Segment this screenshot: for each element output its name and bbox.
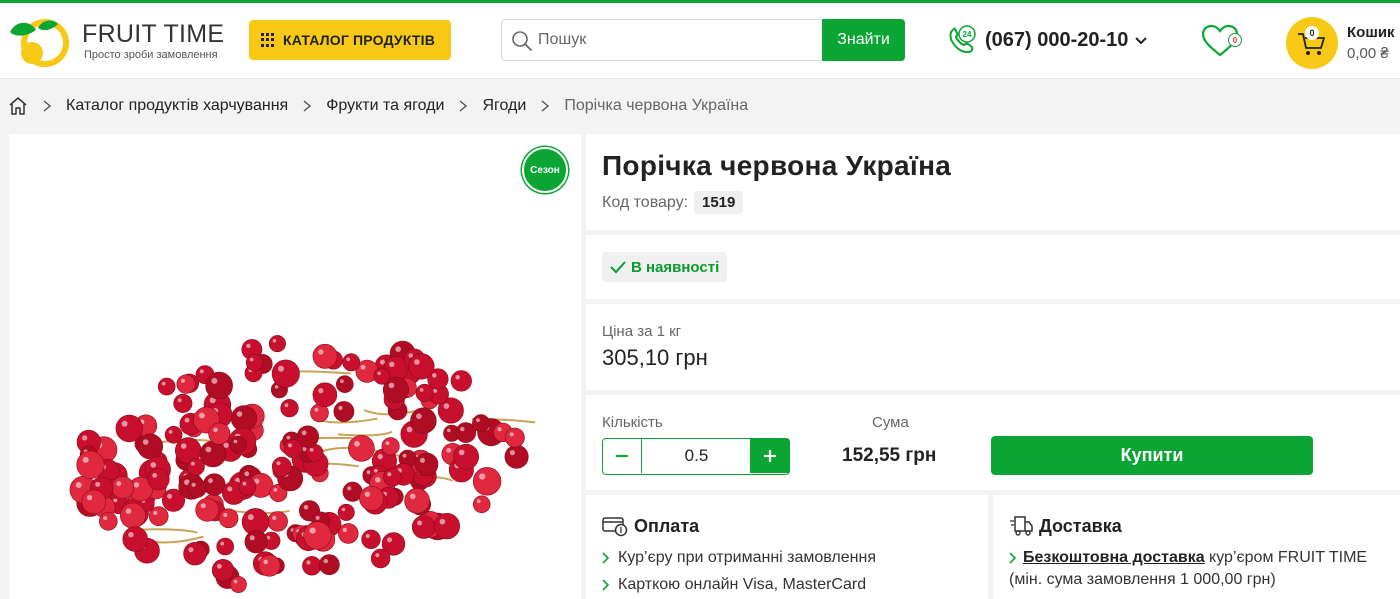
- delivery-icon: [1010, 516, 1033, 536]
- quantity-decrease-button[interactable]: [603, 439, 642, 473]
- cart-total: 0,00 ₴: [1347, 45, 1389, 62]
- buy-panel: Кількість Сума 0.5 152,55 грн Купити: [586, 395, 1400, 490]
- catalog-button[interactable]: КАТАЛОГ ПРОДУКТІВ: [249, 20, 451, 60]
- stock-status-label: В наявності: [631, 258, 720, 276]
- free-delivery-link[interactable]: Безкоштовна доставка: [1023, 549, 1205, 566]
- quantity-stepper: 0.5: [602, 438, 790, 475]
- product-image-panel: Сезон: [9, 134, 581, 599]
- payment-option-card-label: Карткою онлайн Visa, MasterCard: [618, 576, 867, 593]
- breadcrumb-link-catalog[interactable]: Каталог продуктів харчування: [66, 97, 288, 115]
- payment-card-icon: [602, 517, 628, 537]
- logo-tagline: Просто зроби замовлення: [84, 49, 218, 61]
- search-button[interactable]: Знайти: [822, 19, 905, 61]
- payment-option-card[interactable]: Карткою онлайн Visa, MasterCard: [602, 576, 866, 594]
- search-input[interactable]: [538, 20, 820, 60]
- sum-label: Сума: [872, 414, 909, 431]
- delivery-title: Доставка: [1039, 515, 1122, 536]
- price-panel: Ціна за 1 кг 305,10 грн: [586, 304, 1400, 390]
- chevron-right-icon: [43, 100, 52, 112]
- chevron-down-icon: [1135, 37, 1148, 45]
- search-icon: [512, 31, 532, 51]
- stock-panel: В наявності: [586, 235, 1400, 299]
- check-icon: [610, 261, 626, 274]
- catalog-button-label: КАТАЛОГ ПРОДУКТІВ: [283, 32, 436, 48]
- logo-fruit-icon: [10, 19, 69, 67]
- sku-label: Код товару:: [602, 194, 689, 211]
- price-label: Ціна за 1 кг: [602, 323, 682, 340]
- logo[interactable]: FRUIT TIME Просто зроби замовлення: [8, 16, 228, 68]
- payment-heading: Оплата: [602, 515, 699, 537]
- quantity-label: Кількість: [602, 414, 663, 431]
- quantity-increase-button[interactable]: [750, 439, 789, 473]
- phone-dropdown[interactable]: 24 (067) 000-20-10: [945, 23, 1148, 57]
- site-header: FRUIT TIME Просто зроби замовлення КАТАЛ…: [0, 3, 1400, 79]
- cart-label: Кошик: [1347, 24, 1395, 41]
- product-title-panel: Порічка червона Україна Код товару: 1519: [586, 134, 1400, 230]
- cart-button[interactable]: 0 Кошик 0,00 ₴: [1286, 17, 1400, 71]
- season-badge: Сезон: [522, 147, 568, 193]
- cart-count: 0: [1305, 26, 1319, 40]
- phone-number: (067) 000-20-10: [985, 28, 1129, 51]
- delivery-option: Безкоштовна доставка кур’єром FRUIT TIME…: [1009, 547, 1389, 591]
- price-value: 305,10 грн: [602, 345, 708, 370]
- logo-title: FRUIT TIME: [82, 20, 225, 48]
- chevron-right-icon: [602, 579, 610, 591]
- sum-value: 152,55 грн: [842, 445, 937, 466]
- sku-value: 1519: [694, 191, 744, 214]
- payment-title: Оплата: [634, 515, 700, 536]
- breadcrumb-current: Порічка червона Україна: [564, 97, 749, 114]
- stock-status: В наявності: [602, 252, 728, 282]
- product-title: Порічка червона Україна: [602, 150, 952, 181]
- favorites-count: 0: [1228, 33, 1242, 47]
- home-icon[interactable]: [8, 96, 28, 116]
- breadcrumb-link-berries[interactable]: Ягоди: [482, 97, 526, 115]
- grid-icon: [261, 33, 275, 47]
- payment-option-courier-label: Кур’єру при отриманні замовлення: [618, 549, 876, 566]
- chevron-right-icon: [602, 552, 610, 564]
- payment-option-courier[interactable]: Кур’єру при отриманні замовлення: [602, 549, 876, 567]
- buy-button[interactable]: Купити: [991, 436, 1313, 475]
- quantity-input[interactable]: 0.5: [642, 439, 751, 473]
- minus-icon: [616, 454, 628, 458]
- chevron-right-icon: [460, 100, 468, 112]
- product-image-red-currant[interactable]: [49, 314, 549, 599]
- plus-icon: [763, 450, 776, 462]
- delivery-heading: Доставка: [1009, 515, 1122, 537]
- chevron-right-icon: [541, 100, 550, 112]
- payment-panel: Оплата Кур’єру при отриманні замовлення …: [586, 495, 988, 599]
- chevron-right-icon: [1009, 552, 1017, 564]
- phone-24-label: 24: [963, 30, 972, 39]
- breadcrumb-link-fruits[interactable]: Фрукти та ягоди: [326, 97, 444, 115]
- search-box: Знайти: [501, 19, 905, 61]
- favorites-button[interactable]: 0: [1200, 24, 1246, 60]
- delivery-panel: Доставка Безкоштовна доставка кур’єром F…: [993, 495, 1400, 599]
- chevron-right-icon: [303, 100, 312, 112]
- breadcrumb: Каталог продуктів харчування Фрукти та я…: [8, 92, 748, 120]
- phone-24-icon: 24: [949, 25, 976, 54]
